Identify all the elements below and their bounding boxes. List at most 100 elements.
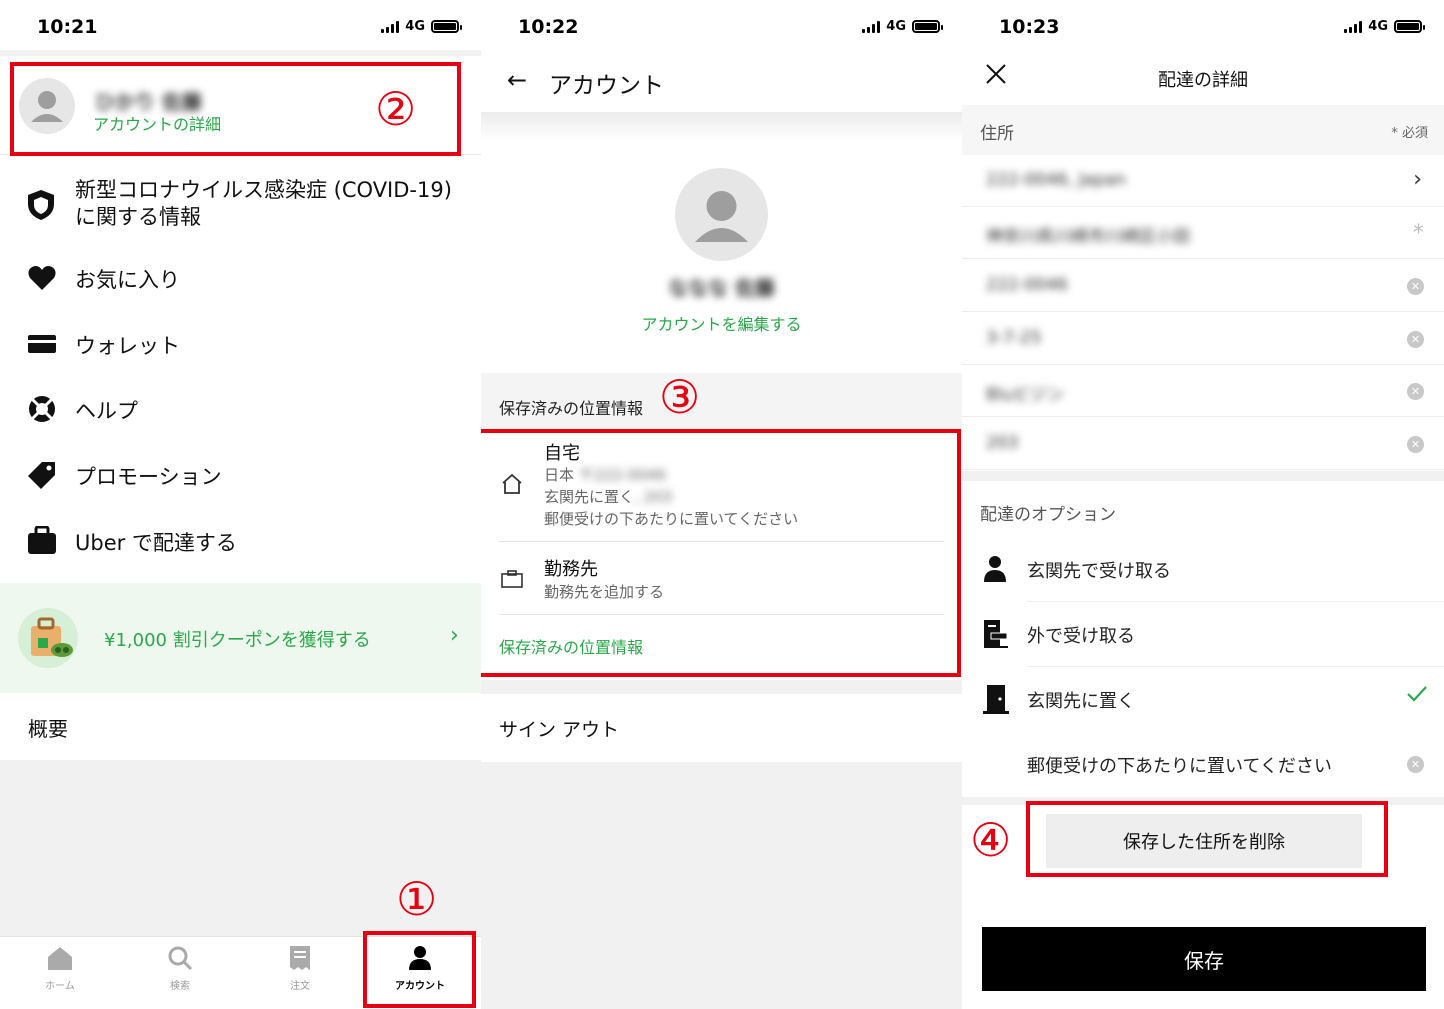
account-menu-screen: 10:21 4G ひかり 佐藤 アカウントの詳細 新型コロナウイルス感染症 (C… (0, 0, 481, 1009)
receipt-icon (290, 946, 310, 970)
clear-icon[interactable]: ✕ (1407, 383, 1424, 400)
field-value: 222-0046, Japan (986, 170, 1127, 190)
sign-out-button[interactable]: サイン アウト (499, 715, 619, 742)
field-value: 203 (986, 433, 1019, 453)
about-label[interactable]: 概要 (28, 713, 68, 742)
highlight-box-account-tab (363, 931, 476, 1008)
menu-item-label: お気に入り (75, 268, 180, 292)
wallet-icon (28, 335, 56, 357)
option-label: 玄関先に置く (1027, 691, 1135, 712)
tab-orders[interactable]: 注文 (260, 945, 340, 992)
promo-banner[interactable]: ¥1,000 割引クーポンを獲得する › (0, 583, 481, 693)
grocery-bag-icon (18, 608, 78, 668)
menu-item-favorites[interactable]: お気に入り (27, 262, 467, 294)
asterisk-icon: * (1413, 221, 1424, 246)
tag-icon (28, 461, 56, 493)
menu-item-wallet[interactable]: ウォレット (27, 328, 467, 360)
highlight-box-delete (1026, 801, 1388, 877)
home-icon (48, 947, 72, 970)
tab-home[interactable]: ホーム (20, 945, 100, 992)
network-type: 4G (405, 19, 425, 34)
option-meet-outside[interactable]: 外で受け取る (962, 602, 1444, 667)
heart-icon (28, 265, 56, 295)
required-note: * 必須 (1391, 126, 1428, 141)
clear-icon[interactable]: ✕ (1407, 756, 1424, 773)
step-marker-1: ① (396, 872, 438, 926)
page-title: 配達の詳細 (1158, 70, 1248, 91)
outside-handoff-icon (983, 619, 1009, 653)
battery-icon (1394, 20, 1425, 33)
menu-item-label: プロモーション (75, 465, 222, 489)
menu-item-label-line2: に関する情報 (75, 205, 201, 229)
status-time: 10:21 (37, 16, 98, 38)
address-label: 住所 (980, 124, 1014, 144)
battery-icon (431, 20, 462, 33)
field-value: Bluビジン (986, 385, 1065, 405)
divider (0, 50, 481, 56)
checkmark-icon (1406, 685, 1428, 707)
tab-label: 注文 (290, 981, 310, 992)
step-marker-3: ③ (659, 370, 701, 424)
dropoff-note-field[interactable]: 郵便受けの下あたりに置いてください ✕ (962, 732, 1444, 797)
menu-item-covid[interactable]: 新型コロナウイルス感染症 (COVID-19) に関する情報 (27, 178, 467, 235)
address-field-street[interactable]: 3-7-25 ✕ (962, 313, 1444, 365)
save-button[interactable]: 保存 (982, 927, 1426, 991)
divider (481, 680, 962, 694)
section-title: 保存済みの位置情報 (499, 399, 644, 418)
section-header: 保存済みの位置情報 (481, 373, 962, 431)
menu-item-promotions[interactable]: プロモーション (27, 459, 467, 491)
menu-item-label: 新型コロナウイルス感染症 (COVID-19) (75, 178, 452, 202)
option-label: 外で受け取る (1027, 626, 1135, 647)
field-value: 222-0046 (986, 275, 1068, 295)
signal-icon (381, 20, 400, 33)
clear-icon[interactable]: ✕ (1407, 331, 1424, 348)
clear-icon[interactable]: ✕ (1407, 436, 1424, 453)
address-field-postcode[interactable]: 222-0046 ✕ (962, 260, 1444, 312)
network-type: 4G (1368, 19, 1388, 34)
status-bar-right: 4G (862, 19, 943, 34)
promo-text: ¥1,000 割引クーポンを獲得する (104, 630, 371, 651)
avatar (675, 168, 768, 261)
status-bar-right: 4G (381, 19, 462, 34)
signal-icon (862, 20, 881, 33)
door-icon (983, 684, 1009, 718)
chevron-right-icon: › (1413, 167, 1422, 192)
option-label: 玄関先で受け取る (1027, 561, 1171, 582)
options-label: 配達のオプション (980, 505, 1116, 525)
option-meet-at-door[interactable]: 玄関先で受け取る (962, 537, 1444, 602)
account-screen: 10:22 4G ← アカウント ななな 佐藤 アカウントを編集する 保存済みの… (481, 0, 962, 1009)
dropoff-note: 郵便受けの下あたりに置いてください (1027, 756, 1332, 777)
clear-icon[interactable]: ✕ (1407, 278, 1424, 295)
empty-area (481, 762, 962, 1009)
field-value: 神奈川県川崎市川崎区小田 (986, 227, 1190, 247)
menu-item-deliver-with-uber[interactable]: Uber で配達する (27, 525, 467, 557)
option-leave-at-door[interactable]: 玄関先に置く (962, 667, 1444, 732)
edit-account-link[interactable]: アカウントを編集する (481, 311, 962, 335)
menu-item-label: ヘルプ (75, 399, 138, 423)
chevron-right-icon: › (450, 623, 459, 648)
address-field-city[interactable]: 神奈川県川崎市川崎区小田 * (962, 207, 1444, 259)
tab-search[interactable]: 検索 (140, 945, 220, 992)
field-value: 3-7-25 (986, 328, 1042, 348)
header-shadow (481, 112, 962, 142)
shield-icon (27, 189, 55, 225)
address-field-building[interactable]: Bluビジン ✕ (962, 365, 1444, 417)
battery-icon (912, 20, 943, 33)
back-arrow-icon[interactable]: ← (507, 66, 527, 94)
profile-name: ななな 佐藤 (668, 276, 775, 300)
person-icon (983, 555, 1007, 587)
signal-icon (1344, 20, 1363, 33)
menu-item-help[interactable]: ヘルプ (27, 393, 467, 425)
tab-label: ホーム (45, 981, 75, 992)
step-marker-2: ② (375, 82, 417, 136)
menu-item-label: Uber で配達する (75, 531, 237, 555)
address-section-header: 住所 * 必須 (962, 105, 1444, 155)
lifebuoy-icon (28, 395, 56, 427)
address-field-country[interactable]: 222-0046, Japan › (962, 155, 1444, 207)
search-icon (168, 946, 193, 971)
bag-icon (28, 525, 56, 558)
status-time: 10:22 (518, 16, 579, 38)
step-marker-4: ④ (970, 813, 1012, 867)
network-type: 4G (886, 19, 906, 34)
address-field-room[interactable]: 203 ✕ (962, 418, 1444, 470)
